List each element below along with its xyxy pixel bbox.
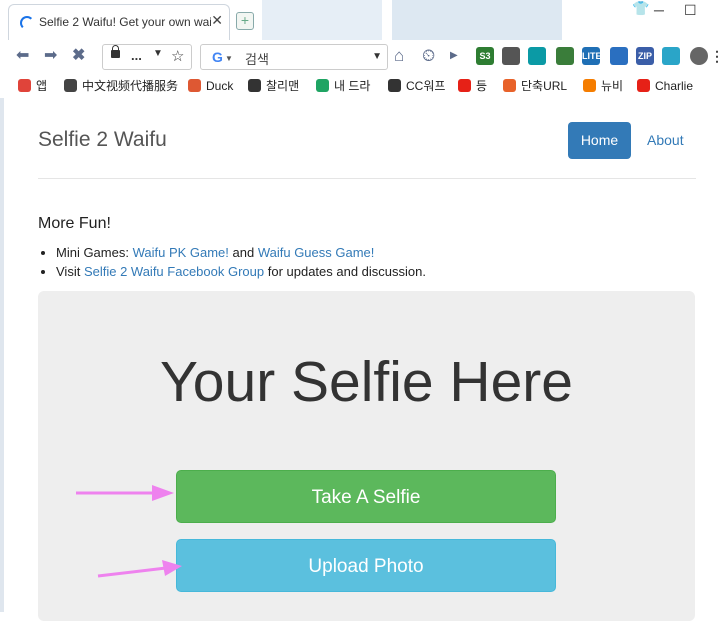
tab-close-icon[interactable]: ✕ (211, 12, 223, 29)
zip-extension-icon[interactable]: ZIP (636, 47, 654, 65)
blogger-icon (583, 79, 596, 92)
bookmark-item[interactable]: Charlie (637, 77, 693, 95)
bookmarks-bar: 앱 中文视频代播服务 Duck 찰리맨 내 드라 CC워프 등 단축URL 뉴비 Charlie (0, 74, 720, 99)
play-icon[interactable]: ▶ (450, 46, 458, 66)
s3-extension-icon[interactable]: S3 (476, 47, 494, 65)
chevron-down-icon[interactable]: ▼ (153, 48, 163, 59)
nav-home-button[interactable]: Home (568, 122, 631, 159)
links-list: Mini Games: Waifu PK Game! and Waifu Gue… (38, 244, 426, 282)
bookmark-item[interactable]: CC워프 (388, 77, 445, 95)
bookmark-label: Duck (206, 79, 234, 93)
bookmark-label: Charlie (655, 79, 694, 93)
globe-extension-icon[interactable] (556, 47, 574, 65)
browser-tab-active[interactable]: Selfie 2 Waifu! Get your own waifu ✕ (8, 4, 230, 40)
bookmark-label: 찰리맨 (266, 79, 300, 93)
shorturl-icon (503, 79, 516, 92)
dots-icon (248, 79, 261, 92)
list-text: Visit (56, 264, 84, 279)
google-icon: G (212, 49, 223, 65)
bookmark-label: 앱 (36, 79, 48, 93)
clock-extension-icon[interactable]: ⏲ (422, 46, 435, 66)
annotation-arrow-icon (76, 485, 174, 501)
nav-about-link[interactable]: About (647, 132, 684, 148)
lock-icon (111, 45, 120, 58)
back-arrow-icon[interactable]: ⬅ (16, 46, 29, 66)
bookmark-label: 단축URL (521, 79, 568, 93)
header-divider (38, 178, 696, 179)
picture-extension-icon[interactable] (610, 47, 628, 65)
bookmark-label: CC워프 (406, 79, 446, 93)
list-text: for updates and discussion. (264, 264, 426, 279)
address-bar[interactable]: ... ▼ ☆ (102, 44, 192, 70)
tshirt-icon[interactable]: 👕 (632, 0, 649, 17)
bookmark-label: 中文视频代播服务 (82, 79, 179, 93)
bookmark-item[interactable]: 앱 (18, 77, 47, 95)
bookmark-item[interactable]: 단축URL (503, 77, 567, 95)
stop-icon[interactable]: ✖ (72, 46, 85, 66)
apps-icon (18, 79, 31, 92)
youtube-icon (637, 79, 650, 92)
tab-strip-background (392, 0, 562, 40)
globe-icon (64, 79, 77, 92)
lite-extension-icon[interactable]: LITE (582, 47, 602, 65)
annotation-arrow-icon (97, 560, 182, 578)
chevron-down-icon[interactable]: ▼ (372, 51, 382, 62)
take-selfie-button[interactable]: Take A Selfie (176, 470, 556, 523)
list-text: and (228, 245, 258, 260)
waifu-pk-game-link[interactable]: Waifu PK Game! (133, 245, 229, 260)
forward-arrow-icon[interactable]: ➡ (44, 46, 57, 66)
home-icon[interactable]: ⌂ (394, 46, 404, 66)
bookmark-item[interactable]: 등 (458, 77, 487, 95)
bookmark-item[interactable]: Duck (188, 77, 233, 95)
facebook-group-link[interactable]: Selfie 2 Waifu Facebook Group (84, 264, 264, 279)
section-title: More Fun! (38, 215, 111, 232)
page-edge (0, 98, 4, 612)
bookmark-item[interactable]: 中文视频代播服务 (64, 77, 178, 95)
google-drive-icon (316, 79, 329, 92)
list-text: Mini Games: (56, 245, 133, 260)
swirl-extension-icon[interactable] (528, 47, 546, 65)
tab-strip-background (262, 0, 382, 40)
maximize-icon[interactable]: ☐ (684, 2, 697, 19)
avatar-icon[interactable] (690, 47, 708, 65)
waifu-guess-game-link[interactable]: Waifu Guess Game! (258, 245, 375, 260)
bookmark-item[interactable]: 찰리맨 (248, 77, 299, 95)
new-tab-button[interactable]: + (236, 12, 254, 30)
menu-icon[interactable]: ⋮ (710, 47, 720, 65)
bookmark-label: 내 드라 (334, 79, 371, 93)
list-item: Mini Games: Waifu PK Game! and Waifu Gue… (56, 244, 426, 261)
bookmark-item[interactable]: 내 드라 (316, 77, 370, 95)
chevron-down-icon[interactable]: ▼ (225, 54, 233, 63)
tab-strip: Selfie 2 Waifu! Get your own waifu ✕ + 👕… (0, 0, 720, 40)
minimize-icon[interactable]: ─ (654, 2, 664, 18)
balls-extension-icon[interactable] (502, 47, 520, 65)
jumbotron-title: Your Selfie Here (160, 350, 573, 414)
download-extension-icon[interactable] (662, 47, 680, 65)
search-box[interactable]: G ▼ 검색 ▼ (200, 44, 388, 70)
tab-title: Selfie 2 Waifu! Get your own waifu (39, 15, 211, 29)
cc-icon (388, 79, 401, 92)
browser-toolbar: ⬅ ➡ ✖ ... ▼ ☆ G ▼ 검색 ▼ ⌂ ⏲ ▶ S3 LITE ZIP ⋮ (0, 40, 720, 75)
address-text: ... (131, 48, 142, 63)
bookmark-item[interactable]: 뉴비 (583, 77, 623, 95)
youtube-icon (458, 79, 471, 92)
duckduckgo-icon (188, 79, 201, 92)
list-item: Visit Selfie 2 Waifu Facebook Group for … (56, 263, 426, 280)
upload-photo-button[interactable]: Upload Photo (176, 539, 556, 592)
site-brand[interactable]: Selfie 2 Waifu (38, 128, 167, 152)
bookmark-label: 뉴비 (601, 79, 624, 93)
bookmark-star-icon[interactable]: ☆ (171, 47, 184, 65)
bookmark-label: 등 (476, 79, 488, 93)
search-input[interactable]: 검색 (245, 49, 269, 68)
web-page: Selfie 2 Waifu Home About More Fun! Mini… (0, 98, 720, 621)
loading-spinner-icon (20, 16, 34, 30)
